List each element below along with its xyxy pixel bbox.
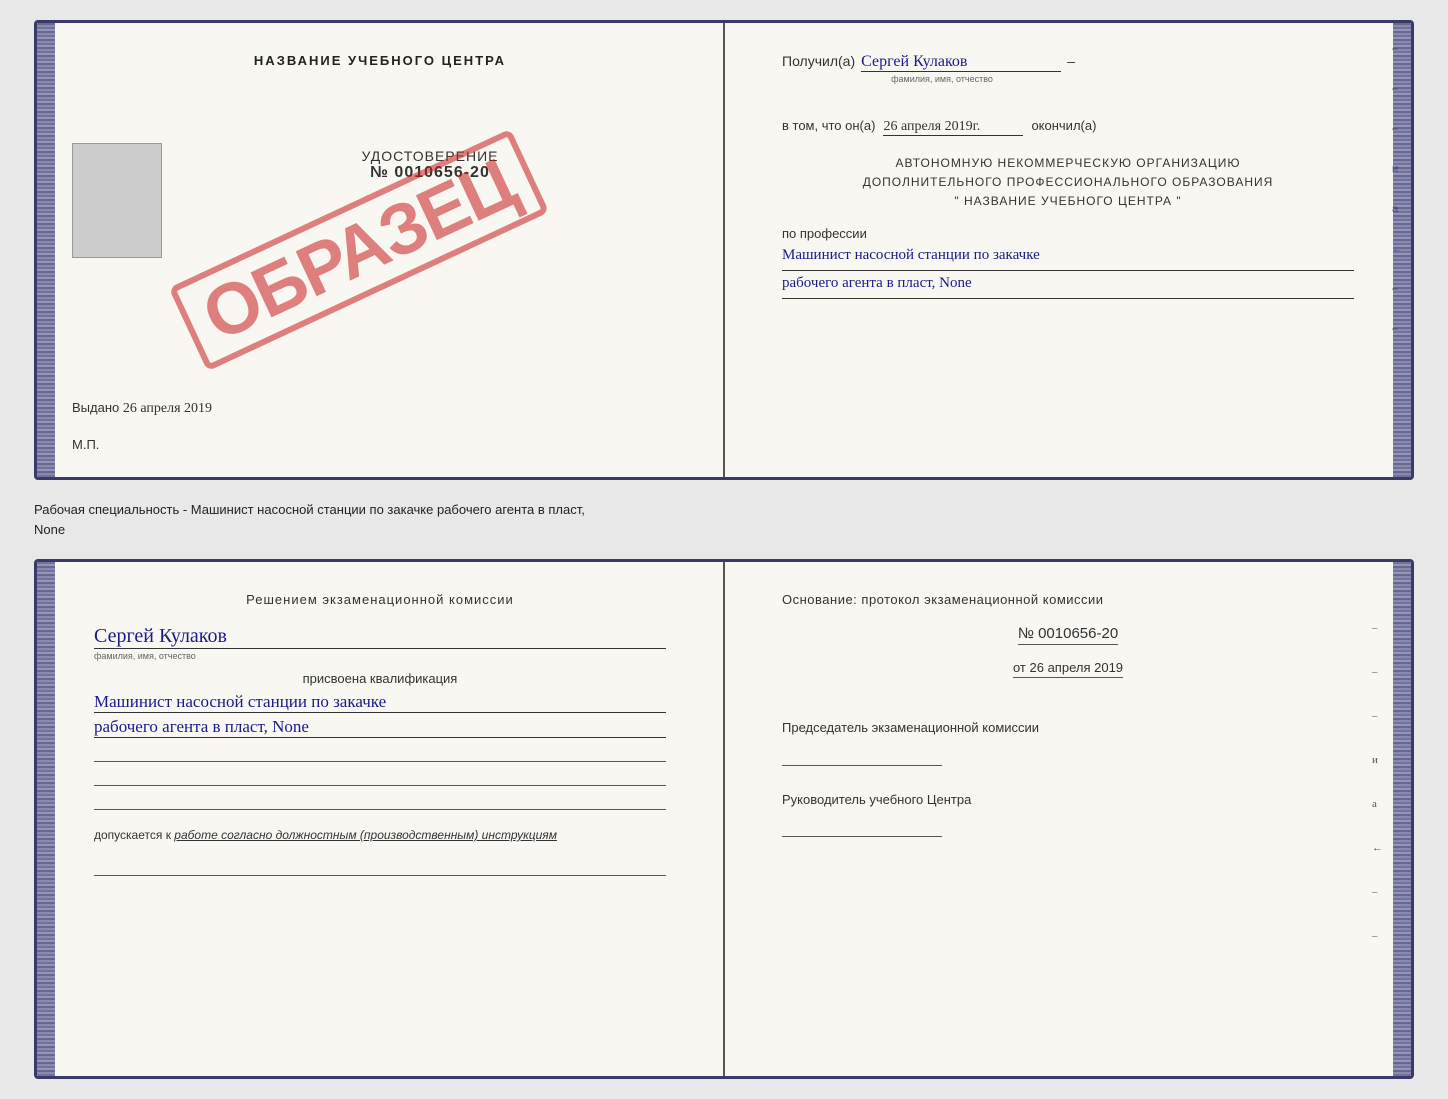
marker-7: – bbox=[1392, 283, 1403, 295]
mp-label: М.П. bbox=[72, 437, 99, 452]
separator-text: Рабочая специальность - Машинист насосно… bbox=[34, 496, 1414, 543]
avtonom-line2: ДОПОЛНИТЕЛЬНОГО ПРОФЕССИОНАЛЬНОГО ОБРАЗО… bbox=[782, 173, 1354, 192]
photo-placeholder bbox=[72, 143, 162, 258]
blank-line-4 bbox=[94, 860, 666, 876]
ot-date-block: от 26 апреля 2019 bbox=[782, 659, 1354, 700]
right-markers-bottom: – – – и а ← – – bbox=[1372, 622, 1383, 942]
marker-5: а bbox=[1392, 203, 1403, 215]
osnovanie-title: Основание: протокол экзаменационной коми… bbox=[782, 592, 1354, 607]
top-left-title: НАЗВАНИЕ УЧЕБНОГО ЦЕНТРА bbox=[94, 53, 666, 68]
blank-line-1 bbox=[94, 746, 666, 762]
kvalif-line2: рабочего агента в пласт, None bbox=[94, 717, 666, 738]
top-doc-right: Получил(а) Сергей Кулаков фамилия, имя, … bbox=[725, 23, 1411, 477]
prisvoena-text: присвоена квалификация bbox=[94, 671, 666, 686]
predsedatel-title: Председатель экзаменационной комиссии bbox=[782, 718, 1354, 738]
recipient-name: Сергей Кулаков bbox=[861, 53, 1061, 72]
marker-1: – bbox=[1392, 43, 1403, 55]
bmarker-2: – bbox=[1372, 666, 1383, 678]
profession-line1: Машинист насосной станции по закачке bbox=[782, 247, 1354, 271]
blank-line-2 bbox=[94, 770, 666, 786]
vtom-date: 26 апреля 2019г. bbox=[883, 119, 1023, 136]
marker-3: – bbox=[1392, 123, 1403, 135]
name-block: Сергей Кулаков фамилия, имя, отчество bbox=[94, 625, 666, 661]
familiya-hint-top: фамилия, имя, отчество bbox=[891, 74, 993, 84]
vydano-date: 26 апреля 2019 bbox=[123, 401, 212, 416]
marker-2: – bbox=[1392, 83, 1403, 95]
familiya-hint-bottom: фамилия, имя, отчество bbox=[94, 651, 666, 661]
ot-row: от 26 апреля 2019 bbox=[1013, 660, 1123, 678]
poluchil-row: Получил(а) Сергей Кулаков фамилия, имя, … bbox=[782, 53, 1354, 72]
resheniem-title: Решением экзаменационной комиссии bbox=[94, 592, 666, 607]
predsedatel-sig-line bbox=[782, 748, 942, 766]
top-document: НАЗВАНИЕ УЧЕБНОГО ЦЕНТРА УДОСТОВЕРЕНИЕ №… bbox=[34, 20, 1414, 480]
avtonom-line1: АВТОНОМНУЮ НЕКОММЕРЧЕСКУЮ ОРГАНИЗАЦИЮ bbox=[782, 154, 1354, 173]
rukovoditel-title: Руководитель учебного Центра bbox=[782, 790, 1354, 810]
dopuskaetsya-label: допускается к bbox=[94, 828, 171, 842]
blank-line-3 bbox=[94, 794, 666, 810]
bmarker-5: а bbox=[1372, 798, 1383, 810]
top-doc-left: НАЗВАНИЕ УЧЕБНОГО ЦЕНТРА УДОСТОВЕРЕНИЕ №… bbox=[37, 23, 725, 477]
bottom-doc-right: Основание: протокол экзаменационной коми… bbox=[725, 562, 1411, 1076]
kvalif-line1: Машинист насосной станции по закачке bbox=[94, 692, 666, 713]
vydano-row: Выдано 26 апреля 2019 bbox=[72, 400, 212, 417]
separator-line2: None bbox=[34, 520, 1414, 540]
predsedatel-block: Председатель экзаменационной комиссии bbox=[782, 718, 1354, 766]
bmarker-6: ← bbox=[1372, 842, 1383, 854]
right-markers-top: – – – и а ← – – bbox=[1392, 43, 1403, 335]
okonchil-label: окончил(а) bbox=[1031, 118, 1096, 133]
dopuskaetsya-row: допускается к работе согласно должностны… bbox=[94, 826, 666, 844]
udost-block: УДОСТОВЕРЕНИЕ № 0010656-20 bbox=[194, 148, 666, 182]
bottom-document: Решением экзаменационной комиссии Сергей… bbox=[34, 559, 1414, 1079]
ot-date: 26 апреля 2019 bbox=[1030, 660, 1124, 675]
rukovoditel-sig-line bbox=[782, 819, 942, 837]
dash-top: – bbox=[1067, 53, 1075, 69]
bmarker-8: – bbox=[1372, 930, 1383, 942]
protocol-number: № 0010656-20 bbox=[1018, 625, 1118, 645]
avtonom-block: АВТОНОМНУЮ НЕКОММЕРЧЕСКУЮ ОРГАНИЗАЦИЮ ДО… bbox=[782, 154, 1354, 212]
rukovoditel-block: Руководитель учебного Центра bbox=[782, 790, 1354, 838]
ot-label: от bbox=[1013, 660, 1026, 675]
marker-4: и bbox=[1392, 163, 1403, 175]
udost-label: УДОСТОВЕРЕНИЕ bbox=[194, 148, 666, 164]
separator-line1: Рабочая специальность - Машинист насосно… bbox=[34, 500, 1414, 520]
po-professii-label: по профессии bbox=[782, 226, 1354, 241]
bottom-name: Сергей Кулаков bbox=[94, 625, 666, 649]
bottom-doc-left: Решением экзаменационной комиссии Сергей… bbox=[37, 562, 725, 1076]
vydano-label: Выдано bbox=[72, 400, 119, 415]
bmarker-4: и bbox=[1372, 754, 1383, 766]
marker-6: ← bbox=[1392, 243, 1403, 255]
avtonom-line3: " НАЗВАНИЕ УЧЕБНОГО ЦЕНТРА " bbox=[782, 192, 1354, 211]
poluchil-label: Получил(а) bbox=[782, 53, 855, 69]
protocol-number-block: № 0010656-20 bbox=[782, 625, 1354, 653]
bmarker-7: – bbox=[1372, 886, 1383, 898]
vtom-label: в том, что он(а) bbox=[782, 118, 875, 133]
udost-number: № 0010656-20 bbox=[194, 164, 666, 182]
vtom-row: в том, что он(а) 26 апреля 2019г. окончи… bbox=[782, 118, 1354, 136]
profession-line2: рабочего агента в пласт, None bbox=[782, 275, 1354, 299]
bmarker-1: – bbox=[1372, 622, 1383, 634]
marker-8: – bbox=[1392, 323, 1403, 335]
bmarker-3: – bbox=[1372, 710, 1383, 722]
dopusk-text: работе согласно должностным (производств… bbox=[174, 828, 557, 842]
